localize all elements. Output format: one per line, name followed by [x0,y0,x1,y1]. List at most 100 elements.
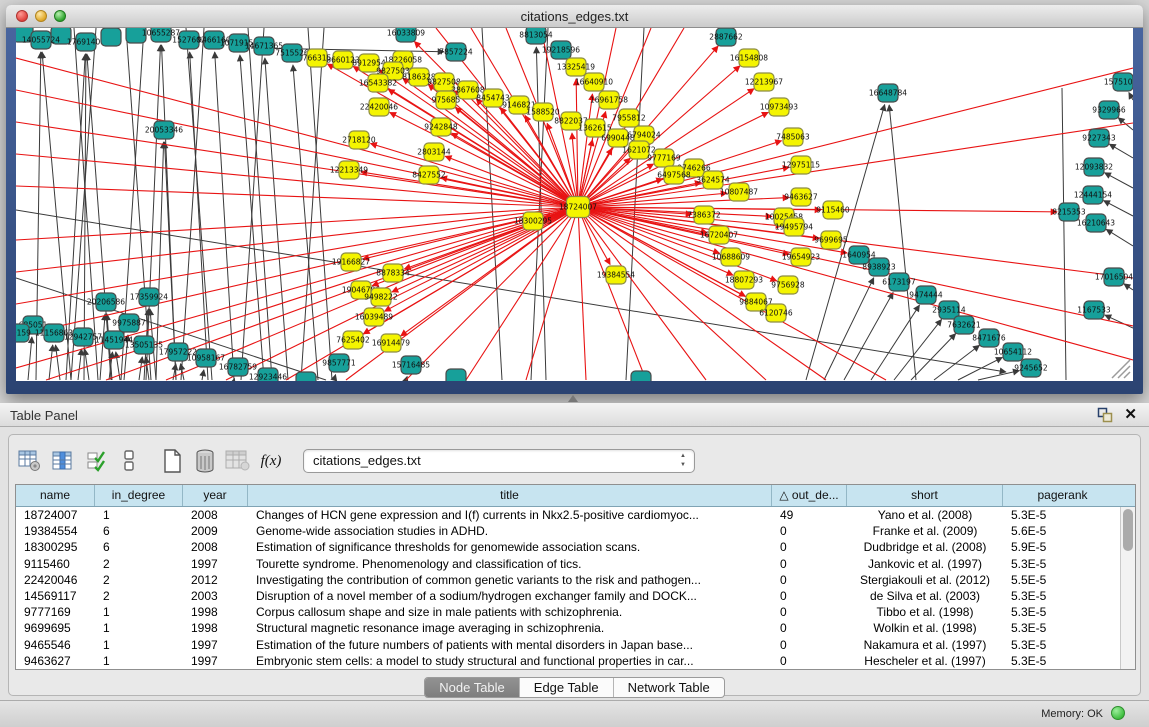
resize-grip-icon [1112,360,1130,378]
graph-node-label: 9498222 [364,293,398,302]
graph-node-label: 6120746 [759,309,793,318]
table-header-row: namein_degreeyeartitle△ out_de...shortpa… [16,485,1135,507]
table-cell-out_degree: 0 [772,637,847,653]
network-select-dropdown[interactable]: citations_edges.txt ▲▼ [303,449,695,473]
graph-edge [451,133,578,207]
graph-edge [894,319,942,380]
table-cell-in_degree: 2 [95,572,183,588]
graph-node-label: 8813054 [519,31,553,40]
graph-node-label: 13325419 [557,63,595,72]
graph-node-label: 13505135 [125,341,163,350]
table-cell-title: Estimation of the future numbers of pati… [248,637,772,653]
graph-node-label: 12213967 [745,78,783,87]
column-header-short[interactable]: short [847,485,1003,506]
graph-node-label: 8938923 [862,263,896,272]
graph-node-label: 18300295 [514,217,552,226]
select-rows-icon[interactable] [81,446,111,476]
graph-node-label: 19495794 [775,223,813,232]
import-table-icon[interactable] [223,446,253,476]
merge-cells-icon[interactable] [114,446,144,476]
create-column-icon[interactable] [157,446,187,476]
graph-edge [240,55,264,380]
table-row[interactable]: 969969511998Structural magnetic resonanc… [16,620,1120,636]
graph-node[interactable] [101,28,121,46]
table-row[interactable]: 1456911722003Disruption of a novel membe… [16,588,1120,604]
graph-edge [215,52,234,380]
graph-node-label: 1167533 [1077,306,1111,315]
graph-node[interactable] [296,372,316,381]
table-row[interactable]: 1938455462009Genome-wide association stu… [16,523,1120,539]
table-cell-in_degree: 2 [95,556,183,572]
network-canvas[interactable]: 1405572417691406106552871527602946616010… [16,28,1133,381]
splitter-handle-icon[interactable] [568,395,578,402]
table-row[interactable]: 911546021997Tourette syndrome. Phenomeno… [16,556,1120,572]
table-row[interactable]: 977716911998Corpus callosum shape and si… [16,604,1120,620]
table-cell-short: Franke et al. (2009) [847,523,1003,539]
graph-node-label: 9245652 [1014,364,1048,373]
graph-edge [1109,144,1133,158]
column-header-title[interactable]: title [248,485,772,506]
graph-node-label: 2935114 [932,306,966,315]
table-row[interactable]: 946362711997Embryonic stem cells: a mode… [16,653,1120,669]
scrollbar-thumb[interactable] [1123,509,1133,551]
graph-edge [363,207,578,259]
table-row[interactable]: 1830029562008Estimation of significance … [16,539,1120,555]
table-mode-settings-icon[interactable] [15,446,45,476]
table-cell-short: Dudbridge et al. (2008) [847,539,1003,555]
graph-node-label: 17016504 [1095,273,1133,282]
column-header-pagerank[interactable]: pagerank [1003,485,1122,506]
table-cell-name: 14569117 [16,588,95,604]
table-row[interactable]: 2242004622012Investigating the contribut… [16,572,1120,588]
column-header-in_degree[interactable]: in_degree [95,485,183,506]
graph-node-label: 975685 [432,96,461,105]
table-row[interactable]: 1872400712008Changes of HCN gene express… [16,507,1120,523]
table-row[interactable]: 946554611997Estimation of the future num… [16,637,1120,653]
graph-node-label: 16033809 [387,29,425,38]
table-cell-title: Investigating the contribution of common… [248,572,772,588]
graph-node-label: 9329966 [1092,106,1126,115]
panel-splitter[interactable] [0,394,1149,403]
graph-node[interactable] [446,369,466,381]
graph-edge [578,207,1133,326]
tab-network-table[interactable]: Network Table [614,678,724,697]
graph-node[interactable] [631,371,651,381]
tab-edge-table[interactable]: Edge Table [520,678,614,697]
close-panel-icon[interactable]: ✕ [1124,405,1137,423]
float-panel-icon[interactable] [1097,407,1113,423]
memory-status-label: Memory: OK [1041,708,1103,720]
table-cell-name: 9777169 [16,604,95,620]
graph-node-label: 12213349 [330,166,368,175]
dropdown-spinner-icon: ▲▼ [680,452,686,470]
table-cell-short: Nakamura et al. (1997) [847,637,1003,653]
table-cell-title: Tourette syndrome. Phenomenology and cla… [248,556,772,572]
table-cell-in_degree: 1 [95,604,183,620]
vertical-scrollbar[interactable] [1120,507,1135,669]
column-header-out_degree[interactable]: △ out_de... [772,485,847,506]
column-header-name[interactable]: name [16,485,95,506]
graph-node-label: 9975887 [112,319,146,328]
graph-node-label: 12093832 [1075,163,1113,172]
delete-column-icon[interactable] [190,446,220,476]
status-bar: Memory: OK [0,700,1149,727]
show-columns-icon[interactable] [48,446,78,476]
table-cell-out_degree: 0 [772,523,847,539]
window-titlebar[interactable]: citations_edges.txt [6,5,1143,28]
tab-node-table[interactable]: Node Table [425,678,520,697]
graph-edge [139,357,142,380]
graph-edge [56,345,60,380]
graph-node-label: 9115460 [816,206,850,215]
table-toolbar: f(x) citations_edges.txt ▲▼ [15,443,695,479]
column-header-year[interactable]: year [183,485,248,506]
graph-edge [578,207,706,380]
table-cell-year: 1998 [183,604,248,620]
network-canvas-svg: 1405572417691406106552871527602946616010… [16,28,1133,381]
graph-edge [1105,173,1133,188]
graph-node-label: 9227343 [1082,134,1116,143]
graph-edge [46,207,578,380]
function-builder-icon[interactable]: f(x) [256,446,286,476]
graph-edge [578,207,586,380]
graph-edge [978,371,1019,380]
graph-node-label: 9777169 [647,154,681,163]
graph-node-label: 16640910 [575,78,613,87]
graph-edge [16,154,578,207]
